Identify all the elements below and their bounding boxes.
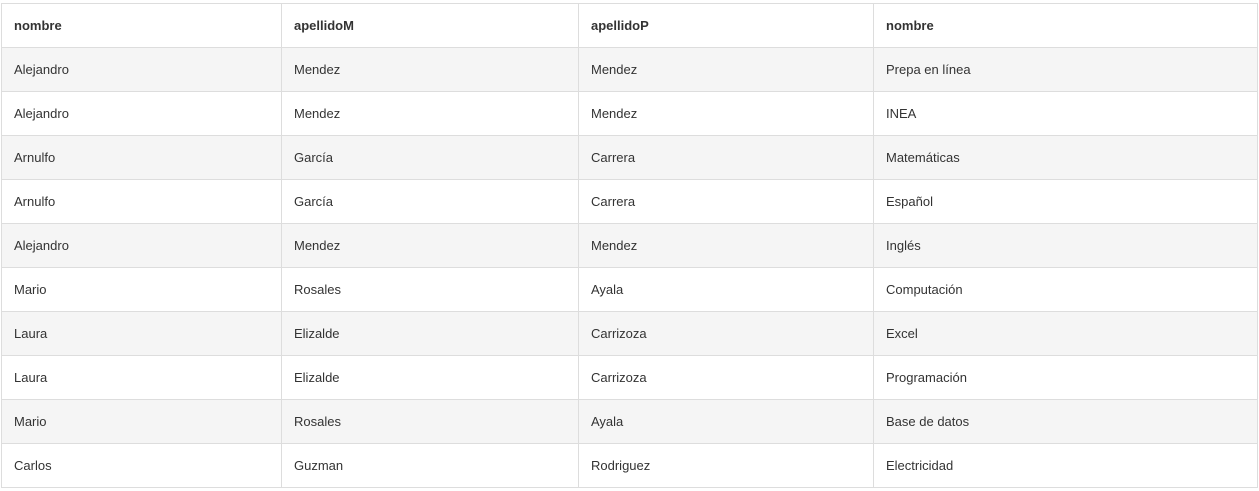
column-header-apellidoM[interactable]: apellidoM — [281, 3, 579, 48]
cell-nombre: Carlos — [1, 443, 282, 488]
cell-nombre: Mario — [1, 267, 282, 312]
table-row[interactable]: Arnulfo García Carrera Matemáticas — [1, 135, 1258, 180]
table-container: nombre apellidoM apellidoP nombre Alejan… — [0, 0, 1259, 491]
cell-apellidoP: Rodriguez — [578, 443, 874, 488]
cell-apellidoM: Elizalde — [281, 355, 579, 400]
header-row: nombre apellidoM apellidoP nombre — [1, 3, 1258, 48]
cell-apellidoP: Carrera — [578, 179, 874, 224]
cell-apellidoP: Ayala — [578, 399, 874, 444]
cell-nombre: Alejandro — [1, 91, 282, 136]
table-row[interactable]: Arnulfo García Carrera Español — [1, 179, 1258, 224]
cell-nombre: Laura — [1, 311, 282, 356]
column-header-nombre-curso[interactable]: nombre — [873, 3, 1258, 48]
cell-nombre: Arnulfo — [1, 135, 282, 180]
cell-nombre: Mario — [1, 399, 282, 444]
table-row[interactable]: Alejandro Mendez Mendez Inglés — [1, 223, 1258, 268]
cell-apellidoP: Carrera — [578, 135, 874, 180]
cell-apellidoP: Mendez — [578, 223, 874, 268]
cell-apellidoM: Mendez — [281, 223, 579, 268]
cell-apellidoM: Rosales — [281, 267, 579, 312]
cell-curso: Excel — [873, 311, 1258, 356]
cell-apellidoM: Mendez — [281, 47, 579, 92]
cell-apellidoM: Guzman — [281, 443, 579, 488]
cell-nombre: Alejandro — [1, 47, 282, 92]
table-header: nombre apellidoM apellidoP nombre — [1, 3, 1258, 48]
cell-apellidoP: Ayala — [578, 267, 874, 312]
column-header-nombre[interactable]: nombre — [1, 3, 282, 48]
table-row[interactable]: Laura Elizalde Carrizoza Excel — [1, 311, 1258, 356]
table-row[interactable]: Carlos Guzman Rodriguez Electricidad — [1, 443, 1258, 488]
cell-apellidoM: García — [281, 135, 579, 180]
table-row[interactable]: Laura Elizalde Carrizoza Programación — [1, 355, 1258, 400]
cell-curso: Inglés — [873, 223, 1258, 268]
cell-curso: Prepa en línea — [873, 47, 1258, 92]
cell-curso: Computación — [873, 267, 1258, 312]
table-row[interactable]: Mario Rosales Ayala Computación — [1, 267, 1258, 312]
table-body: Alejandro Mendez Mendez Prepa en línea A… — [1, 47, 1258, 488]
cell-curso: Español — [873, 179, 1258, 224]
column-header-apellidoP[interactable]: apellidoP — [578, 3, 874, 48]
cell-apellidoP: Mendez — [578, 47, 874, 92]
cell-curso: Matemáticas — [873, 135, 1258, 180]
table-row[interactable]: Mario Rosales Ayala Base de datos — [1, 399, 1258, 444]
cell-apellidoP: Mendez — [578, 91, 874, 136]
cell-curso: Base de datos — [873, 399, 1258, 444]
cell-nombre: Arnulfo — [1, 179, 282, 224]
cell-apellidoM: Elizalde — [281, 311, 579, 356]
table-row[interactable]: Alejandro Mendez Mendez INEA — [1, 91, 1258, 136]
cell-nombre: Alejandro — [1, 223, 282, 268]
cell-curso: INEA — [873, 91, 1258, 136]
cell-apellidoM: Rosales — [281, 399, 579, 444]
table-row[interactable]: Alejandro Mendez Mendez Prepa en línea — [1, 47, 1258, 92]
cell-curso: Electricidad — [873, 443, 1258, 488]
cell-nombre: Laura — [1, 355, 282, 400]
cell-apellidoM: García — [281, 179, 579, 224]
cell-curso: Programación — [873, 355, 1258, 400]
cell-apellidoM: Mendez — [281, 91, 579, 136]
results-table: nombre apellidoM apellidoP nombre Alejan… — [1, 3, 1258, 488]
cell-apellidoP: Carrizoza — [578, 355, 874, 400]
cell-apellidoP: Carrizoza — [578, 311, 874, 356]
